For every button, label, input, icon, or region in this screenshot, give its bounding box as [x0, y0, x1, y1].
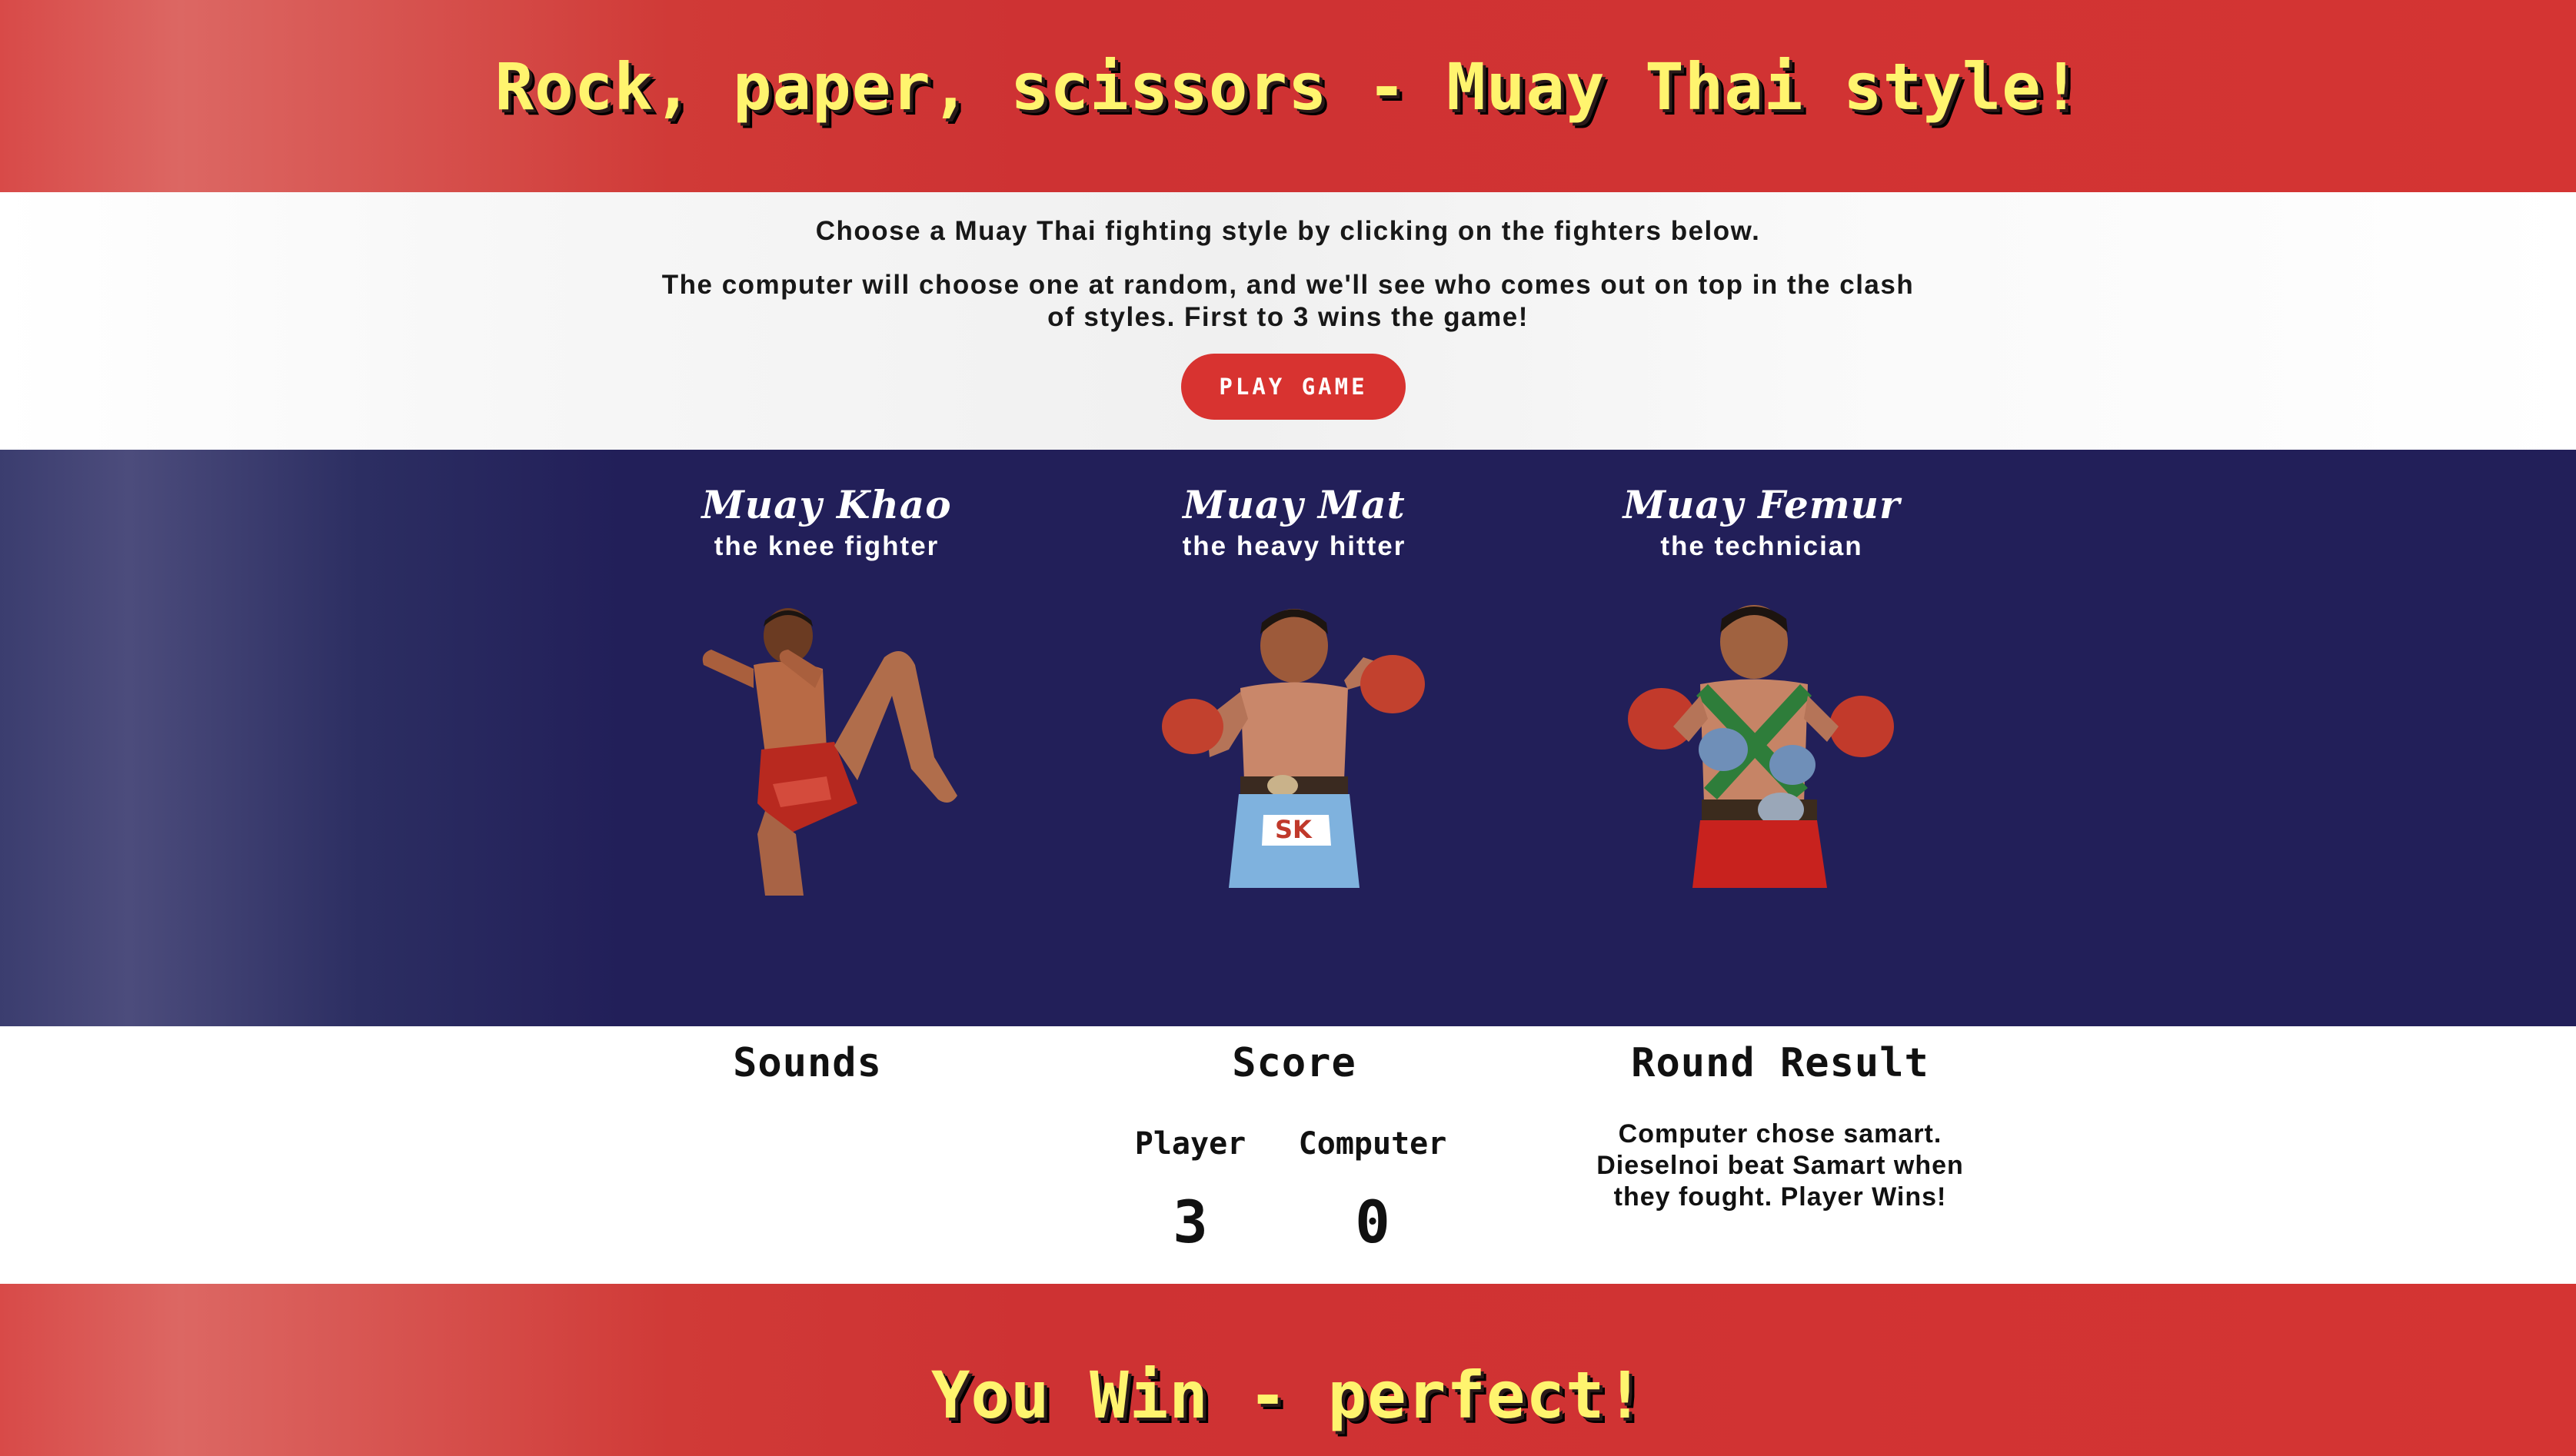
instructions-line-1: Choose a Muay Thai fighting style by cli…	[815, 216, 1761, 246]
fighter-subtitle: the heavy hitter	[1182, 531, 1406, 561]
game-result-message: You Win - perfect!	[930, 1358, 1646, 1433]
fighter-name: Muay Khao	[701, 482, 952, 527]
round-result-text: Computer chose samart. Dieselnoi beat Sa…	[1596, 1119, 1964, 1212]
computer-score-value: 0	[1355, 1188, 1390, 1256]
header-banner: Rock, paper, scissors - Muay Thai style!	[0, 0, 2576, 192]
fighter-selection: Muay Khao the knee fighter Muay Mat the …	[0, 450, 2576, 1026]
fighter-name: Muay Mat	[1183, 482, 1406, 527]
svg-text:SK: SK	[1275, 815, 1313, 844]
instructions-line-2: The computer will choose one at random, …	[661, 270, 1915, 332]
player-score-label: Player	[1134, 1126, 1246, 1162]
fighter-card-muay-femur[interactable]: Muay Femur the technician	[1600, 450, 1923, 1026]
page-title: Rock, paper, scissors - Muay Thai style!	[494, 49, 2082, 125]
results-section: Sounds Score Player Computer 3 0 Round R…	[0, 1026, 2576, 1284]
fighter-card-muay-khao[interactable]: Muay Khao the knee fighter	[665, 450, 988, 1026]
score-heading: Score	[1232, 1040, 1356, 1086]
player-score-value: 3	[1173, 1188, 1208, 1256]
computer-score-label: Computer	[1298, 1126, 1447, 1162]
play-game-button[interactable]: PLAY GAME	[1181, 354, 1406, 420]
belt-champion-icon[interactable]	[1616, 603, 1908, 896]
fighter-subtitle: the technician	[1660, 531, 1863, 561]
footer-banner: You Win - perfect!	[0, 1284, 2576, 1456]
fighter-card-muay-mat[interactable]: Muay Mat the heavy hitter SK	[1133, 450, 1456, 1026]
intro-section: Choose a Muay Thai fighting style by cli…	[0, 192, 2576, 450]
fighter-name: Muay Femur	[1622, 482, 1901, 527]
fighter-subtitle: the knee fighter	[714, 531, 940, 561]
sounds-heading: Sounds	[733, 1040, 882, 1086]
gloved-fighter-icon[interactable]: SK	[1148, 603, 1440, 896]
round-result-heading: Round Result	[1631, 1040, 1929, 1086]
kneeing-fighter-icon[interactable]	[681, 603, 973, 896]
